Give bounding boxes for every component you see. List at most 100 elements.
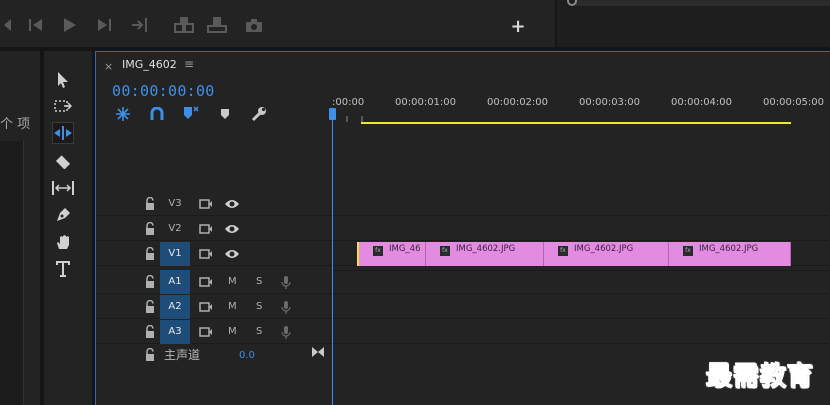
- microphone-icon[interactable]: [281, 301, 291, 314]
- track-lane-v2[interactable]: [332, 217, 830, 241]
- play-icon[interactable]: [62, 14, 78, 36]
- marker-icon[interactable]: [216, 106, 234, 122]
- step-forward-icon[interactable]: [132, 14, 148, 36]
- solo-button[interactable]: S: [256, 295, 262, 319]
- solo-button[interactable]: S: [256, 270, 262, 294]
- sync-lock-icon[interactable]: [199, 248, 213, 260]
- track-header-v1[interactable]: V1: [96, 242, 332, 266]
- bowtie-icon[interactable]: [312, 347, 324, 357]
- camera-icon[interactable]: [246, 14, 262, 36]
- wrench-icon[interactable]: [250, 106, 268, 122]
- timeline-panel: × IMG_4602 ≡ 00:00:00:00 V3 V2 V1 A1 M S…: [95, 51, 830, 405]
- lock-icon[interactable]: [144, 275, 156, 289]
- clip-name: IMG_4602.JPG: [456, 244, 516, 254]
- selection-tool-icon[interactable]: [52, 69, 74, 91]
- ruler-tick-label: 00:00:04:00: [671, 97, 733, 108]
- ruler-ticks: [346, 116, 363, 122]
- playhead-line[interactable]: [332, 112, 333, 405]
- eye-icon[interactable]: [224, 248, 240, 260]
- tools-panel: [44, 51, 92, 405]
- slider-track[interactable]: [575, 0, 830, 6]
- linked-selection-icon[interactable]: [148, 106, 166, 122]
- frame-back-icon[interactable]: [28, 14, 44, 36]
- sync-lock-icon[interactable]: [199, 198, 213, 210]
- track-header-v3[interactable]: V3: [96, 192, 332, 216]
- track-lane-v3[interactable]: [332, 192, 830, 216]
- clip[interactable]: fx IMG_4602.JPG: [544, 242, 669, 266]
- clip[interactable]: fx IMG_4602.JPG: [669, 242, 791, 266]
- master-track-label: 主声道: [164, 348, 201, 362]
- track-header-a2[interactable]: A2 M S: [96, 295, 332, 319]
- clip-name: IMG_46: [389, 244, 421, 254]
- add-marker-icon[interactable]: [182, 106, 200, 122]
- sync-lock-icon[interactable]: [199, 276, 213, 288]
- sequence-name[interactable]: IMG_4602: [122, 58, 177, 71]
- watermark-logo: 最需教育: [705, 362, 815, 393]
- sync-lock-icon[interactable]: [199, 223, 213, 235]
- fx-badge-icon: fx: [683, 246, 693, 256]
- panel-menu-icon[interactable]: ≡: [184, 57, 194, 71]
- playhead-timecode[interactable]: 00:00:00:00: [112, 82, 215, 100]
- ruler-tick-label: 00:00:03:00: [579, 97, 641, 108]
- sync-lock-icon[interactable]: [199, 301, 213, 313]
- project-item-count: 个 项: [0, 117, 31, 132]
- track-header-a1[interactable]: A1 M S: [96, 270, 332, 294]
- insert-icon[interactable]: [174, 14, 194, 36]
- ruler-tick-label: :00:00: [332, 97, 365, 108]
- fx-badge-icon: fx: [440, 246, 450, 256]
- plus-icon[interactable]: +: [508, 18, 528, 38]
- clip-in-point: [357, 242, 359, 266]
- track-select-tool-icon[interactable]: [52, 95, 74, 117]
- lock-icon[interactable]: [144, 325, 156, 339]
- step-back-icon[interactable]: [0, 14, 12, 36]
- track-name[interactable]: V1: [160, 242, 190, 266]
- type-tool-icon[interactable]: [52, 258, 74, 280]
- track-name[interactable]: V2: [160, 217, 190, 241]
- clip-name: IMG_4602.JPG: [574, 244, 634, 254]
- ruler-tick-label: 00:00:02:00: [487, 97, 549, 108]
- razor-tool-icon[interactable]: [52, 150, 74, 172]
- track-headers: V3 V2 V1 A1 M S A2 M S A3 M S 主声道 0.0: [96, 192, 332, 405]
- hand-tool-icon[interactable]: [52, 231, 74, 253]
- eye-icon[interactable]: [224, 198, 240, 210]
- close-icon[interactable]: ×: [104, 60, 113, 73]
- master-volume-value[interactable]: 0.0: [239, 350, 255, 361]
- microphone-icon[interactable]: [281, 276, 291, 289]
- fx-badge-icon: fx: [558, 246, 568, 256]
- frame-forward-icon[interactable]: [96, 14, 112, 36]
- track-lane-a2[interactable]: [332, 295, 830, 319]
- track-header-v2[interactable]: V2: [96, 217, 332, 241]
- track-lane-a3[interactable]: [332, 320, 830, 344]
- lock-icon[interactable]: [144, 222, 156, 236]
- overwrite-icon[interactable]: [207, 14, 227, 36]
- lock-icon[interactable]: [144, 197, 156, 211]
- project-panel: 个 项: [0, 51, 40, 405]
- track-header-a3[interactable]: A3 M S: [96, 320, 332, 344]
- eye-icon[interactable]: [224, 223, 240, 235]
- track-lane-a1[interactable]: [332, 270, 830, 294]
- lock-icon[interactable]: [144, 300, 156, 314]
- sync-lock-icon[interactable]: [199, 326, 213, 338]
- solo-button[interactable]: S: [256, 320, 262, 344]
- lock-icon[interactable]: [144, 348, 156, 362]
- microphone-icon[interactable]: [281, 326, 291, 339]
- program-monitor-transport: +: [0, 0, 552, 47]
- work-area-bar[interactable]: [361, 122, 791, 124]
- mute-button[interactable]: M: [228, 270, 237, 294]
- track-name[interactable]: A1: [160, 270, 190, 294]
- clip[interactable]: fx IMG_46: [359, 242, 426, 266]
- track-name[interactable]: A3: [160, 320, 190, 344]
- clip[interactable]: fx IMG_4602.JPG: [426, 242, 544, 266]
- timeline-area[interactable]: :00:00 00:00:01:00 00:00:02:00 00:00:03:…: [329, 52, 830, 405]
- slip-tool-icon[interactable]: [52, 177, 74, 199]
- pen-tool-icon[interactable]: [52, 204, 74, 226]
- mute-button[interactable]: M: [228, 295, 237, 319]
- snap-icon[interactable]: [114, 106, 132, 122]
- ripple-edit-tool-icon[interactable]: [52, 122, 74, 144]
- project-bin-list[interactable]: [0, 141, 24, 405]
- lock-icon[interactable]: [144, 247, 156, 261]
- track-name[interactable]: V3: [160, 192, 190, 216]
- mute-button[interactable]: M: [228, 320, 237, 344]
- track-name[interactable]: A2: [160, 295, 190, 319]
- ruler-tick-label: 00:00:05:00: [763, 97, 825, 108]
